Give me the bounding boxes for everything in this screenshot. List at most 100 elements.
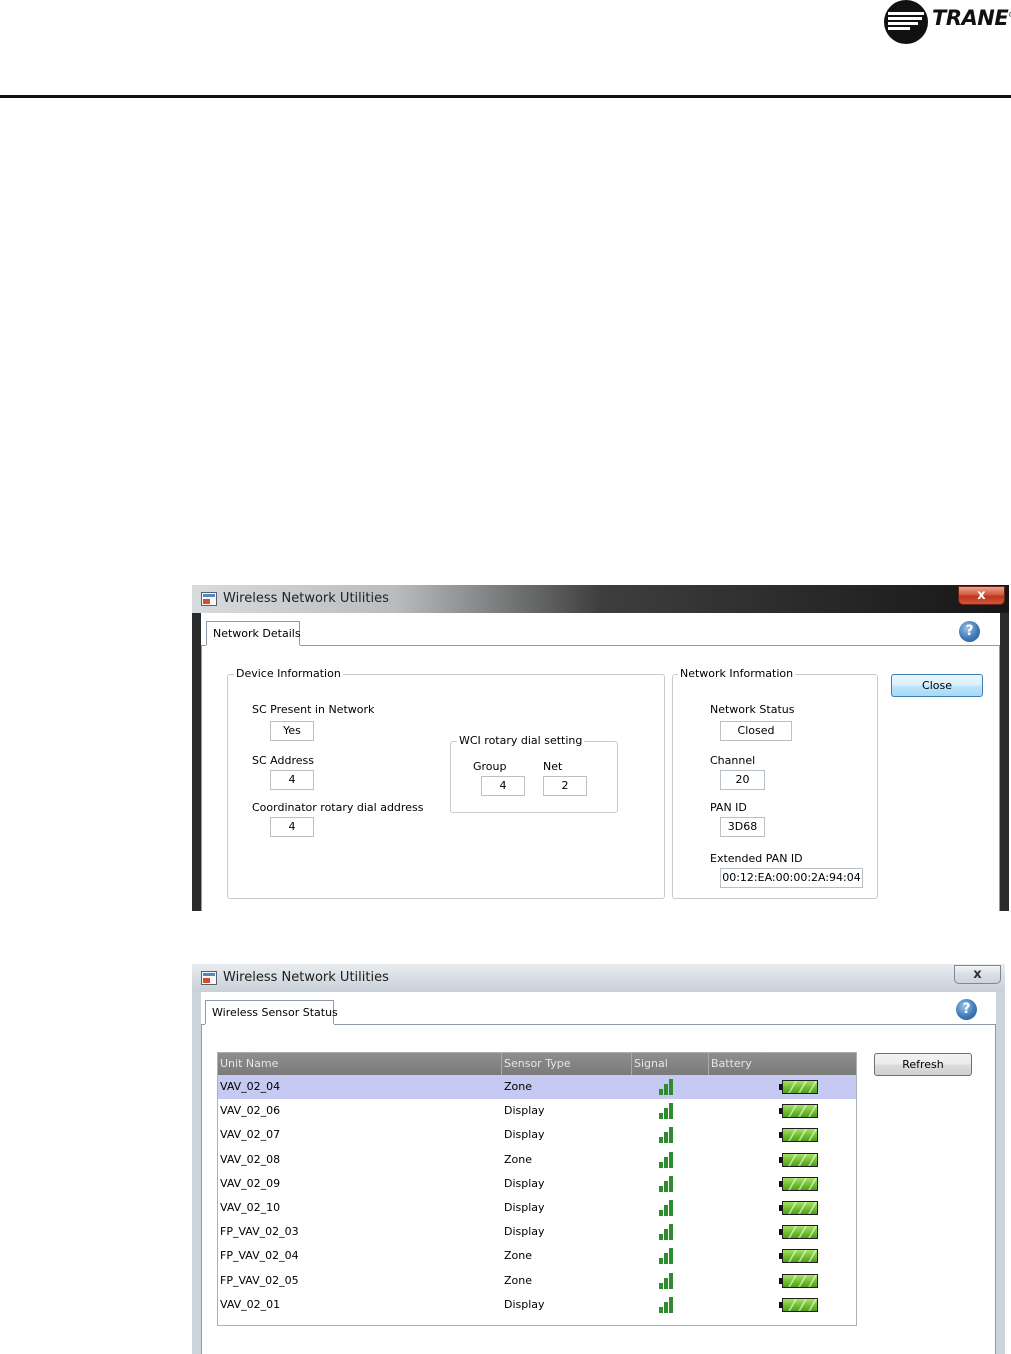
tab-wireless-sensor-status[interactable]: Wireless Sensor Status bbox=[205, 1000, 338, 1024]
table-header: Unit Name Sensor Type Signal Battery bbox=[218, 1053, 856, 1075]
table-row[interactable]: FP_VAV_02_03 Display bbox=[218, 1220, 856, 1244]
sensor-type-cell: Display bbox=[504, 1225, 545, 1239]
brand-name: TRANE® bbox=[932, 6, 1011, 30]
trane-logo-mark bbox=[884, 0, 928, 44]
signal-strength-icon bbox=[659, 1296, 677, 1313]
table-row[interactable]: FP_VAV_02_05 Zone bbox=[218, 1269, 856, 1293]
sc-address-value: 4 bbox=[270, 770, 314, 790]
wci-rotary-dial-group: WCI rotary dial setting Group 4 Net 2 bbox=[450, 734, 618, 813]
window-frame-right bbox=[1000, 613, 1009, 911]
table-row[interactable]: VAV_02_01 Display bbox=[218, 1293, 856, 1317]
window-close-button[interactable]: x bbox=[954, 965, 1001, 984]
window-titlebar[interactable]: Wireless Network Utilities x bbox=[192, 585, 1009, 613]
coordinator-dial-label: Coordinator rotary dial address bbox=[252, 801, 424, 814]
help-icon[interactable]: ? bbox=[959, 621, 980, 642]
help-icon[interactable]: ? bbox=[956, 999, 977, 1020]
table-row[interactable]: VAV_02_10 Display bbox=[218, 1196, 856, 1220]
window-frame-right bbox=[996, 992, 1005, 1354]
wci-net-label: Net bbox=[543, 760, 563, 773]
column-header-sensor-type[interactable]: Sensor Type bbox=[502, 1053, 632, 1075]
unit-name-cell: VAV_02_06 bbox=[220, 1104, 281, 1118]
pan-id-label: PAN ID bbox=[710, 801, 747, 814]
table-row[interactable]: VAV_02_09 Display bbox=[218, 1172, 856, 1196]
table-row[interactable]: FP_VAV_02_04 Zone bbox=[218, 1244, 856, 1268]
device-information-group: Device Information SC Present in Network… bbox=[227, 667, 665, 899]
channel-value: 20 bbox=[720, 770, 765, 790]
table-row[interactable]: VAV_02_07 Display bbox=[218, 1123, 856, 1147]
window-frame-left bbox=[192, 613, 201, 911]
sensor-type-cell: Display bbox=[504, 1176, 545, 1190]
network-information-label: Network Information bbox=[678, 667, 796, 680]
sensor-type-cell: Display bbox=[504, 1297, 545, 1311]
column-header-signal[interactable]: Signal bbox=[632, 1053, 709, 1075]
wireless-sensor-status-window: Wireless Network Utilities x Wireless Se… bbox=[192, 964, 1005, 1354]
pan-id-value: 3D68 bbox=[720, 817, 765, 837]
refresh-button[interactable]: Refresh bbox=[874, 1053, 972, 1076]
unit-name-cell: FP_VAV_02_04 bbox=[220, 1249, 299, 1263]
sensor-type-cell: Display bbox=[504, 1201, 545, 1214]
battery-full-icon bbox=[779, 1104, 818, 1119]
window-title: Wireless Network Utilities bbox=[223, 591, 389, 606]
sc-address-label: SC Address bbox=[252, 754, 314, 767]
table-row[interactable]: VAV_02_08 Zone bbox=[218, 1148, 856, 1172]
network-information-group: Network Information Network Status Close… bbox=[672, 667, 878, 899]
window-title: Wireless Network Utilities bbox=[223, 970, 389, 985]
network-status-value: Closed bbox=[720, 721, 792, 741]
trane-logo: TRANE® bbox=[884, 0, 1011, 44]
battery-full-icon bbox=[779, 1201, 818, 1215]
coordinator-dial-value: 4 bbox=[270, 817, 314, 837]
signal-strength-icon bbox=[659, 1103, 677, 1120]
sensor-status-table: Unit Name Sensor Type Signal Battery VAV… bbox=[217, 1052, 857, 1326]
sc-present-label: SC Present in Network bbox=[252, 703, 375, 716]
network-status-label: Network Status bbox=[710, 703, 795, 716]
unit-name-cell: VAV_02_10 bbox=[220, 1201, 281, 1214]
battery-full-icon bbox=[779, 1176, 818, 1191]
battery-full-icon bbox=[779, 1249, 818, 1264]
unit-name-cell: VAV_02_09 bbox=[220, 1176, 281, 1190]
wci-rotary-dial-label: WCI rotary dial setting bbox=[457, 734, 585, 747]
battery-full-icon bbox=[779, 1128, 818, 1143]
battery-full-icon bbox=[779, 1080, 818, 1094]
battery-full-icon bbox=[779, 1297, 818, 1312]
close-button[interactable]: Close bbox=[891, 674, 983, 697]
signal-strength-icon bbox=[659, 1224, 677, 1241]
table-row[interactable]: VAV_02_06 Display bbox=[218, 1099, 856, 1123]
window-close-button[interactable]: x bbox=[958, 586, 1005, 605]
signal-strength-icon bbox=[659, 1127, 677, 1144]
unit-name-cell: VAV_02_04 bbox=[220, 1080, 281, 1093]
signal-strength-icon bbox=[659, 1151, 677, 1168]
unit-name-cell: VAV_02_01 bbox=[220, 1297, 281, 1311]
channel-label: Channel bbox=[710, 754, 756, 767]
sensor-type-cell: Display bbox=[504, 1128, 545, 1142]
signal-strength-icon bbox=[659, 1272, 677, 1289]
network-details-window: Wireless Network Utilities x Network Det… bbox=[192, 585, 1009, 911]
extended-pan-id-label: Extended PAN ID bbox=[710, 852, 803, 865]
signal-strength-icon bbox=[659, 1079, 677, 1095]
window-frame-left bbox=[192, 992, 201, 1354]
wci-net-value: 2 bbox=[543, 776, 587, 796]
device-information-label: Device Information bbox=[234, 667, 343, 680]
sensor-type-cell: Zone bbox=[504, 1273, 533, 1287]
signal-strength-icon bbox=[659, 1175, 677, 1192]
column-header-unit-name[interactable]: Unit Name bbox=[218, 1053, 502, 1075]
battery-full-icon bbox=[779, 1273, 818, 1288]
signal-strength-icon bbox=[659, 1200, 677, 1216]
table-row[interactable]: VAV_02_04 Zone bbox=[218, 1075, 856, 1099]
app-icon bbox=[201, 592, 217, 606]
unit-name-cell: VAV_02_08 bbox=[220, 1152, 281, 1166]
unit-name-cell: VAV_02_07 bbox=[220, 1128, 281, 1142]
unit-name-cell: FP_VAV_02_05 bbox=[220, 1273, 299, 1287]
signal-strength-icon bbox=[659, 1248, 677, 1265]
sc-present-value: Yes bbox=[270, 721, 314, 741]
battery-full-icon bbox=[779, 1152, 818, 1167]
column-header-battery[interactable]: Battery bbox=[709, 1053, 858, 1075]
wci-group-label: Group bbox=[473, 760, 507, 773]
sensor-type-cell: Zone bbox=[504, 1152, 533, 1166]
tab-network-details[interactable]: Network Details bbox=[206, 621, 301, 645]
app-icon bbox=[201, 971, 217, 985]
sensor-type-cell: Zone bbox=[504, 1080, 533, 1093]
sensor-type-cell: Display bbox=[504, 1104, 545, 1118]
header-divider bbox=[0, 95, 1011, 98]
window-titlebar[interactable]: Wireless Network Utilities x bbox=[192, 964, 1005, 992]
wci-group-value: 4 bbox=[481, 776, 525, 796]
